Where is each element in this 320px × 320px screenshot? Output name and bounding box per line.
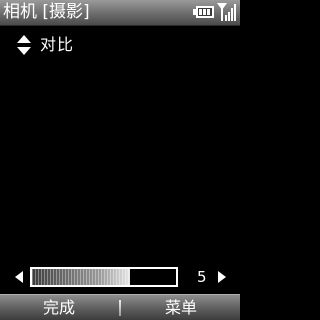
- title-bar: 相机 [摄影]: [0, 0, 240, 26]
- done-softkey[interactable]: 完成: [0, 295, 118, 320]
- camera-screen: 相机 [摄影] 对比 5 完成 菜单: [0, 0, 240, 320]
- slider-left-arrow-icon[interactable]: [14, 271, 24, 283]
- softkey-divider: [119, 300, 121, 316]
- battery-icon: [193, 6, 214, 18]
- contrast-slider[interactable]: [30, 267, 178, 287]
- softkey-bar: 完成 菜单: [0, 294, 240, 320]
- slider-fill: [32, 269, 130, 285]
- slider-value: 5: [197, 268, 207, 286]
- menu-softkey[interactable]: 菜单: [122, 295, 240, 320]
- slider-right-arrow-icon[interactable]: [217, 271, 227, 283]
- setting-label: 对比: [40, 35, 75, 54]
- up-down-arrows-icon[interactable]: [16, 34, 32, 56]
- window-title: 相机 [摄影]: [3, 2, 90, 22]
- signal-icon: [217, 3, 236, 21]
